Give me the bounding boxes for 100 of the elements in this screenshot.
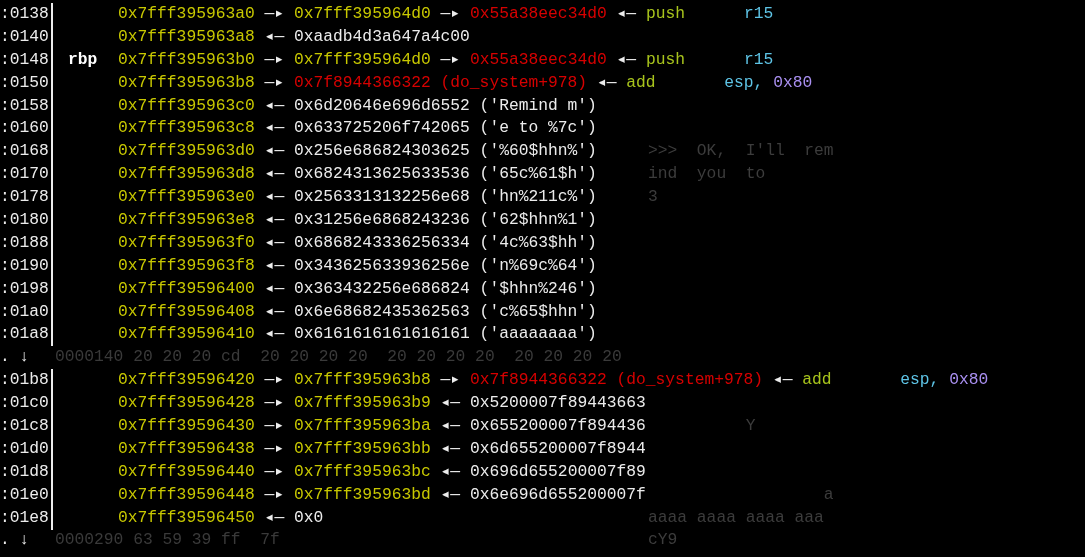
operand-text: r15	[743, 3, 774, 25]
background-text: cY9	[648, 529, 678, 552]
pointer-arrow: —▸	[440, 48, 461, 71]
pointer-arrow: ◂—	[264, 254, 285, 277]
value-text: 0x6868243336256334 ('4c%63$hh')	[293, 231, 597, 254]
operand-text: esp,	[724, 71, 764, 94]
address-text: 0x7fff395963d8	[118, 163, 255, 186]
code-pointer: 0x7f8944366322 (do_system+978)	[293, 71, 588, 94]
address-text: 0x7fff395963b0	[118, 48, 255, 71]
offset-text: :0180	[0, 209, 53, 232]
address-text: 0x7fff395963c0	[118, 94, 255, 117]
pointer-arrow: ◂—	[616, 3, 637, 25]
pointer-arrow: ◂—	[264, 300, 285, 323]
value-text: 0x6d20646e696d6552 ('Remind m')	[293, 94, 597, 117]
pointer-arrow: —▸	[440, 3, 461, 25]
pointer-arrow: —▸	[264, 437, 285, 460]
pointer-arrow: ◂—	[264, 209, 285, 231]
value-text: 0x2563313132256e68 ('hn%211c%')	[293, 186, 597, 209]
operand-text: 0x80	[949, 369, 989, 392]
pointer-arrow: ◂—	[264, 186, 285, 209]
background-text: 3	[648, 186, 658, 209]
offset-text: :0188	[0, 231, 53, 255]
address-text: 0x7fff395963e0	[118, 186, 255, 209]
address-text: 0x7fff395964d0	[293, 3, 431, 25]
code-pointer: 0x7f8944366322 (do_system+978)	[469, 369, 764, 392]
address-text: 0x7fff39596400	[118, 277, 255, 300]
offset-text: . ↓	[0, 346, 31, 369]
pointer-arrow: —▸	[440, 369, 461, 392]
address-text: 0x7fff39596428	[118, 392, 255, 415]
address-text: 0x7fff395963ba	[293, 415, 431, 438]
value-text: 0x6161616161616161 ('aaaaaaaa')	[293, 323, 597, 346]
value-text: 0x31256e6868243236 ('62$hhn%1')	[293, 209, 597, 231]
value-text: 0x343625633936256e ('n%69c%64')	[293, 254, 597, 277]
value-text: 0x6e696d655200007f	[469, 483, 646, 506]
offset-text: :0198	[0, 277, 53, 301]
address-text: 0x7fff39596430	[118, 415, 255, 438]
address-text: 0x7fff395963b8	[293, 369, 431, 392]
offset-text: . ↓	[0, 529, 31, 552]
offset-text: :0148	[0, 48, 53, 72]
operand-text: esp,	[900, 369, 940, 392]
value-text: 0x5200007f89443663	[469, 392, 646, 415]
offset-text: :0160	[0, 117, 53, 141]
address-text: 0x7fff395963a0	[118, 3, 255, 25]
pointer-arrow: ◂—	[264, 277, 285, 300]
mnemonic-text: push	[645, 48, 686, 71]
value-text: 0x6d655200007f8944	[469, 437, 646, 460]
offset-text: :01d8	[0, 460, 53, 484]
background-text: 0000290 63 59 39 ff 7f	[55, 529, 280, 552]
pointer-arrow: ◂—	[264, 117, 285, 140]
pointer-arrow: ◂—	[264, 140, 285, 163]
mnemonic-text: add	[802, 369, 833, 392]
pointer-arrow: —▸	[264, 48, 285, 71]
offset-text: :0140	[0, 25, 53, 49]
address-text: 0x7fff39596440	[118, 460, 255, 483]
pointer-arrow: ◂—	[440, 483, 461, 506]
value-text: 0x256e686824303625 ('%60$hhn%')	[293, 140, 597, 163]
value-text: 0x6824313625633536 ('65c%61$h')	[293, 163, 597, 186]
offset-text: :01c8	[0, 415, 53, 438]
address-text: 0x7fff395964d0	[293, 48, 431, 71]
pointer-arrow: ◂—	[264, 323, 285, 346]
offset-text: :0170	[0, 163, 53, 187]
address-text: 0x7fff39596448	[118, 483, 255, 506]
address-text: 0x7fff395963f0	[118, 231, 255, 254]
code-pointer: 0x55a38eec34d0	[469, 48, 607, 71]
pointer-arrow: —▸	[264, 460, 285, 483]
pointer-arrow: ◂—	[264, 231, 285, 254]
offset-text: :01a8	[0, 323, 53, 347]
offset-text: :01c0	[0, 392, 53, 416]
offset-text: :01b8	[0, 369, 53, 393]
pointer-arrow: ◂—	[440, 415, 461, 438]
pointer-arrow: —▸	[264, 415, 285, 438]
value-text: 0x696d655200007f89	[469, 460, 646, 483]
pointer-arrow: ◂—	[264, 506, 285, 529]
pointer-arrow: ◂—	[616, 48, 637, 71]
pointer-arrow: ◂—	[264, 163, 285, 186]
pointer-arrow: ◂—	[440, 460, 461, 483]
offset-text: :0158	[0, 94, 53, 118]
address-text: 0x7fff395963a8	[118, 25, 255, 48]
operand-text: r15	[743, 48, 774, 71]
background-text: aaaa aaaa aaaa aaa	[648, 506, 824, 529]
address-text: 0x7fff395963f8	[118, 254, 255, 277]
background-text: a	[822, 483, 834, 506]
value-text: 0x0	[293, 506, 324, 529]
pointer-arrow: ◂—	[596, 71, 617, 94]
offset-text: :0190	[0, 254, 53, 278]
pointer-arrow: ◂—	[264, 94, 285, 117]
pointer-arrow: —▸	[264, 392, 285, 415]
address-text: 0x7fff395963bb	[293, 437, 431, 460]
background-text: 0000140 20 20 20 cd 20 20 20 20 20 20 20 20 20 20 20 20	[55, 346, 622, 369]
address-text: 0x7fff395963c8	[118, 117, 255, 140]
address-text: 0x7fff395963e8	[118, 209, 255, 231]
background-text: ind you to	[648, 163, 766, 186]
background-text: Y	[744, 415, 756, 437]
address-text: 0x7fff39596410	[118, 323, 255, 346]
value-text: 0x655200007f894436	[469, 415, 646, 438]
background-text: >>> OK, I'll rem	[648, 140, 834, 163]
address-text: 0x7fff395963b8	[118, 71, 255, 94]
mnemonic-text: add	[626, 71, 657, 94]
address-text: 0x7fff395963bc	[293, 460, 431, 483]
address-text: 0x7fff395963b9	[293, 392, 431, 415]
